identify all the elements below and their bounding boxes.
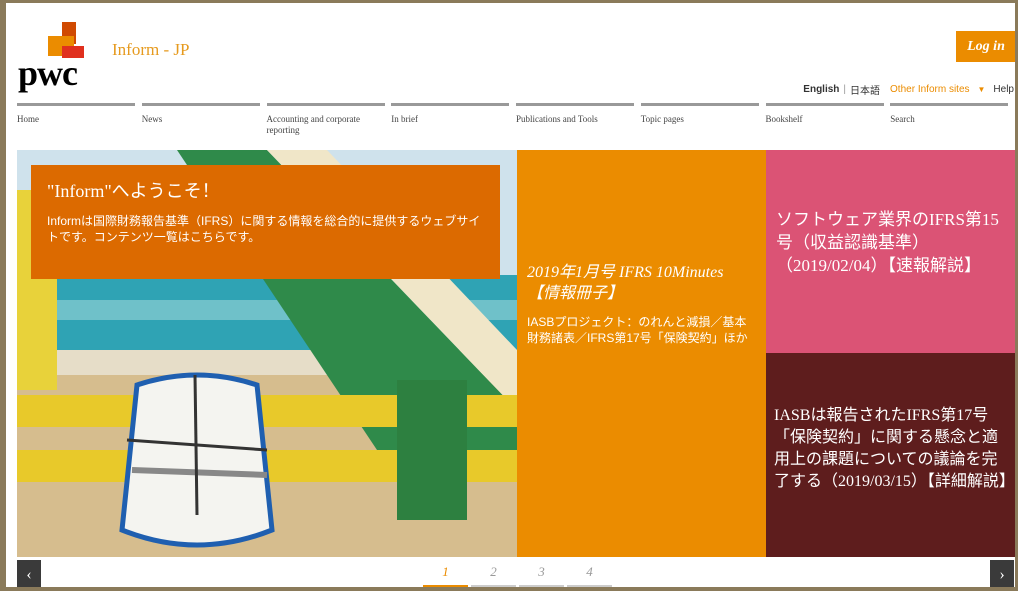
help-link[interactable]: Help: [993, 84, 1014, 95]
carousel-page-2[interactable]: 2: [471, 562, 516, 589]
tile-ifrs-10minutes[interactable]: 2019年1月号 IFRS 10Minutes 【情報冊子】 IASBプロジェク…: [517, 150, 766, 557]
carousel-page-3[interactable]: 3: [519, 562, 564, 589]
logo-wordmark: pwc: [18, 53, 78, 93]
nav-label: Search: [890, 114, 915, 124]
welcome-card[interactable]: "Inform"へようこそ！ Informは国際財務報告基準（IFRS）に関する…: [31, 165, 500, 279]
nav-item-search[interactable]: Search: [890, 103, 1015, 141]
tile-title: IASBは報告されたIFRS第17号「保険契約」に関する懸念と適用上の課題につい…: [774, 407, 1015, 490]
nav-divider: [640, 103, 759, 106]
nav-item-publications[interactable]: Publications and Tools: [516, 103, 641, 141]
login-button[interactable]: Log in: [956, 31, 1016, 62]
lang-separator: |: [843, 84, 847, 95]
nav-label: Accounting and corporate reporting: [266, 114, 360, 135]
tile-software-ifrs15[interactable]: ソフトウェア業界のIFRS第15号（収益認識基準）（2019/02/04）【速報…: [766, 150, 1015, 353]
carousel-page-1[interactable]: 1: [423, 562, 468, 589]
nav-divider: [141, 103, 260, 106]
lang-japanese-link[interactable]: 日本語: [850, 82, 880, 97]
nav-divider: [266, 103, 385, 106]
nav-label: In brief: [391, 114, 418, 124]
nav-item-bookshelf[interactable]: Bookshelf: [765, 103, 891, 141]
nav-divider: [765, 103, 884, 106]
tile-title: 2019年1月号 IFRS 10Minutes 【情報冊子】: [527, 264, 724, 302]
welcome-title: "Inform"へようこそ！: [47, 181, 220, 201]
carousel-page-4[interactable]: 4: [567, 562, 612, 589]
tile-title: ソフトウェア業界のIFRS第15号（収益認識基準）（2019/02/04）【速報…: [776, 210, 999, 275]
other-sites-link[interactable]: Other Inform sites: [890, 84, 969, 95]
nav-label: Topic pages: [640, 114, 684, 124]
app-title[interactable]: Inform - JP: [112, 40, 189, 60]
nav-item-in-brief[interactable]: In brief: [391, 103, 516, 141]
main-nav: Home News Accounting and corporate repor…: [17, 103, 1015, 141]
nav-item-home[interactable]: Home: [17, 103, 142, 141]
lang-english-link[interactable]: English: [803, 84, 839, 95]
nav-label: Home: [17, 114, 39, 124]
welcome-body: Informは国際財務報告基準（IFRS）に関する情報を総合的に提供するウェブサ…: [47, 214, 481, 244]
tile-body: IASBプロジェクト：のれんと減損／基本財務諸表／IFRS第17号「保険契約」ほ…: [527, 315, 748, 345]
carousel-pager: 1 2 3 4: [423, 562, 612, 589]
tile-iasb-ifrs17[interactable]: IASBは報告されたIFRS第17号「保険契約」に関する懸念と適用上の課題につい…: [766, 353, 1015, 557]
pwc-logo[interactable]: pwc: [18, 22, 88, 93]
nav-divider: [17, 103, 135, 106]
nav-label: Bookshelf: [765, 114, 803, 124]
nav-item-accounting[interactable]: Accounting and corporate reporting: [266, 103, 392, 141]
nav-label: Publications and Tools: [516, 114, 598, 124]
chevron-down-icon[interactable]: ▼: [978, 85, 986, 94]
nav-divider: [391, 103, 510, 106]
nav-divider: [516, 103, 634, 106]
nav-label: News: [141, 114, 163, 124]
carousel-prev-button[interactable]: ‹: [17, 560, 41, 589]
nav-divider: [890, 103, 1009, 106]
nav-item-topic-pages[interactable]: Topic pages: [640, 103, 766, 141]
carousel-next-button[interactable]: ›: [990, 560, 1014, 589]
language-bar: English | 日本語 Other Inform sites ▼ Help: [803, 82, 1014, 97]
nav-item-news[interactable]: News: [141, 103, 267, 141]
